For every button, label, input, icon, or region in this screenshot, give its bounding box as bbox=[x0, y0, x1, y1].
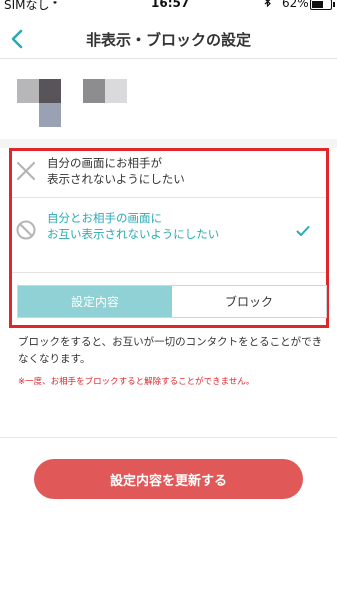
battery-fill bbox=[312, 1, 323, 8]
tab-settings[interactable]: 設定内容 bbox=[18, 286, 172, 317]
nav-bar: 非表示・ブロックの設定 bbox=[0, 20, 337, 59]
option-label: 自分とお相手の画面に お互い表示されないようにしたい bbox=[47, 211, 220, 241]
block-warning: ※一度、お相手をブロックすると解除することができません。 bbox=[18, 377, 255, 387]
option-hide-from-me[interactable]: 自分の画面にお相手が 表示されないようにしたい bbox=[12, 151, 326, 198]
battery-icon bbox=[310, 0, 335, 10]
checkmark-icon bbox=[296, 222, 310, 241]
close-x-icon bbox=[15, 160, 37, 186]
option-hide-mutual[interactable]: 自分とお相手の画面に お互い表示されないようにしたい bbox=[12, 198, 326, 273]
battery-percent: 62% bbox=[282, 0, 309, 10]
avatar bbox=[17, 79, 137, 127]
visibility-options: 自分の画面にお相手が 表示されないようにしたい 自分とお相手の画面に お互い表示… bbox=[9, 148, 329, 328]
settings-block-toggle: 設定内容 ブロック bbox=[17, 285, 327, 318]
profile-area bbox=[0, 59, 337, 139]
update-settings-button[interactable]: 設定内容を更新する bbox=[34, 459, 303, 499]
bluetooth-icon bbox=[264, 0, 272, 10]
divider bbox=[0, 437, 337, 438]
block-note: ブロックをすると、お互いが一切のコンタクトをとることができなくなります。 bbox=[18, 336, 323, 365]
page-title: 非表示・ブロックの設定 bbox=[85, 31, 251, 49]
section-separator bbox=[0, 139, 337, 148]
option-label: 自分の画面にお相手が 表示されないようにしたい bbox=[47, 156, 185, 186]
status-bar: SIMなし 16:57 62% bbox=[0, 0, 337, 20]
carrier-label: SIMなし bbox=[4, 0, 50, 12]
clock: 16:57 bbox=[151, 0, 190, 10]
prohibited-icon bbox=[15, 219, 37, 245]
wifi-icon bbox=[48, 0, 62, 8]
tab-block[interactable]: ブロック bbox=[172, 286, 326, 317]
